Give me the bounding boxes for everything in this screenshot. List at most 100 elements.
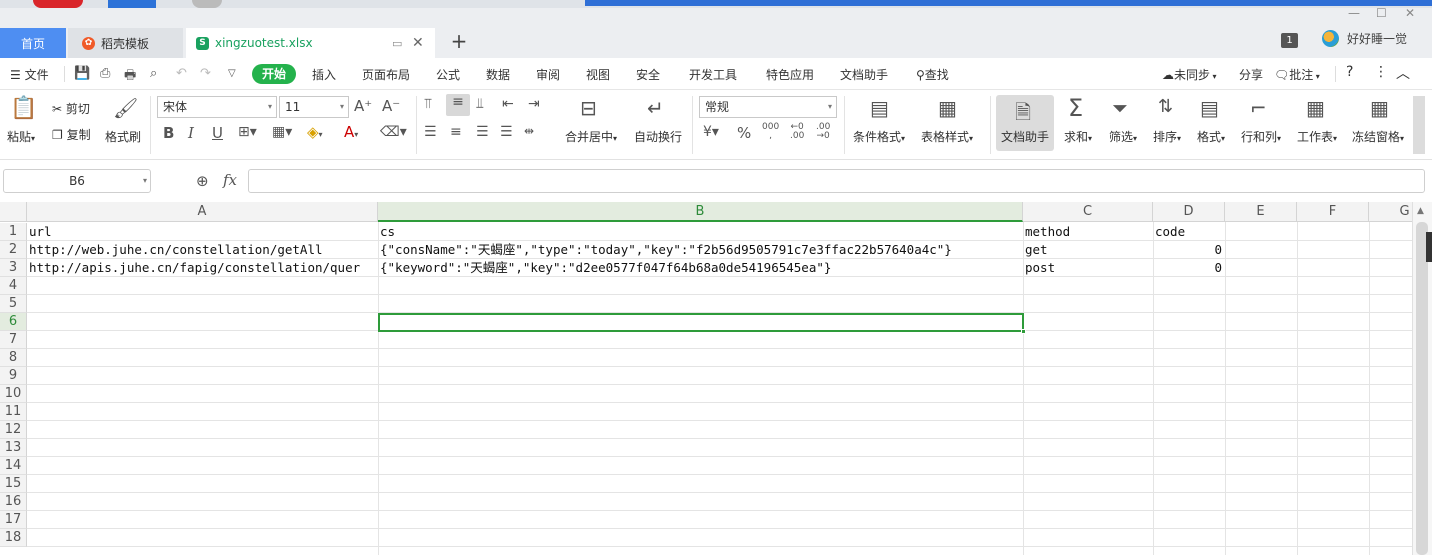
clear-format-icon[interactable]: ⌫▾ [380,124,407,140]
decrease-font-icon[interactable]: A⁻ [382,97,400,115]
help-button[interactable]: ? [1346,64,1353,80]
sort-button[interactable]: 排序▾ [1153,128,1181,145]
row-header[interactable]: 8 [0,349,27,367]
cut-button[interactable]: ✂ 剪切 [52,100,90,117]
export-pdf-icon[interactable]: ⎙ [100,66,110,81]
row-header[interactable]: 7 [0,331,27,349]
cell-d3[interactable]: 0 [1153,259,1225,277]
row-header[interactable]: 11 [0,403,27,421]
active-cell-b6[interactable] [378,313,1026,334]
cell-a2[interactable]: http://web.juhe.cn/constellation/getAll [27,241,378,259]
formula-input[interactable] [248,169,1425,193]
column-header-a[interactable]: A [27,202,378,222]
increase-indent-icon[interactable]: ⇥ [528,96,540,112]
format-icon[interactable]: ▤ [1200,96,1219,120]
row-header[interactable]: 17 [0,511,27,529]
align-top-icon[interactable]: ⫪ [424,96,432,112]
collapse-ribbon-icon[interactable]: ︿ [1396,63,1410,83]
row-header[interactable]: 16 [0,493,27,511]
cell-b2[interactable]: {"consName":"天蝎座","type":"today","key":"… [378,241,1023,259]
currency-icon[interactable]: ¥▾ [703,124,719,140]
minimize-icon[interactable]: — [1348,6,1360,20]
maximize-icon[interactable]: ☐ [1376,6,1387,20]
column-header-d[interactable]: D [1153,202,1225,222]
justify-icon[interactable]: ☰ [500,124,513,140]
freeze-panes-button[interactable]: 冻结窗格▾ [1352,128,1404,145]
row-header[interactable]: 13 [0,439,27,457]
cell-d1[interactable]: code [1153,223,1225,241]
window-mode-icon[interactable]: ▭ [392,37,402,50]
row-col-button[interactable]: 行和列▾ [1241,128,1281,145]
cell-c3[interactable]: post [1023,259,1153,277]
merge-center-button[interactable]: 合并居中▾ [565,128,617,145]
row-header-selected[interactable]: 6 [0,313,27,331]
row-header[interactable]: 2 [0,241,27,259]
tab-template[interactable]: ✿ 稻壳模板 [68,28,183,58]
tab-view[interactable]: 视图 [586,66,610,83]
row-header[interactable]: 12 [0,421,27,439]
distributed-icon[interactable]: ⇹ [524,124,534,138]
row-header[interactable]: 5 [0,295,27,313]
ribbon-scroll-right[interactable] [1413,96,1425,154]
insert-function-icon[interactable]: fx [223,171,237,189]
underline-icon[interactable]: U [212,124,223,142]
row-header[interactable]: 1 [0,223,27,241]
tab-developer[interactable]: 开发工具 [689,66,737,83]
worksheet-button[interactable]: 工作表▾ [1297,128,1337,145]
close-window-icon[interactable]: ✕ [1405,6,1415,20]
spreadsheet-grid[interactable]: A B C D E F G 1 2 3 4 5 6 7 8 9 10 11 12… [0,202,1412,555]
filter-icon[interactable]: ⏷ [1112,96,1128,120]
tab-start[interactable]: 开始 [252,64,296,84]
paste-button[interactable]: 粘贴▾ [7,128,35,145]
freeze-panes-icon[interactable]: ▦ [1370,96,1389,120]
format-painter-button[interactable]: 格式刷 [105,128,141,145]
window-count-badge[interactable]: 1 [1281,33,1298,48]
column-header-e[interactable]: E [1225,202,1297,222]
fill-handle[interactable] [1021,329,1026,334]
align-center-icon[interactable]: ≡ [450,124,462,140]
row-col-icon[interactable]: ⌐ [1250,96,1267,120]
cell-a1[interactable]: url [27,223,378,241]
align-right-icon[interactable]: ☰ [476,124,489,140]
sync-status[interactable]: ☁未同步 ▾ [1162,66,1217,83]
close-tab-icon[interactable]: ✕ [412,35,424,51]
format-button[interactable]: 格式▾ [1197,128,1225,145]
copy-button[interactable]: ❐ 复制 [52,126,91,143]
row-header[interactable]: 15 [0,475,27,493]
undo-icon[interactable]: ↶ [176,66,187,81]
table-style-icon[interactable]: ▦ [938,96,957,120]
cell-c2[interactable]: get [1023,241,1153,259]
wrap-text-icon[interactable]: ↵ [647,96,664,120]
cell-b3[interactable]: {"keyword":"天蝎座","key":"d2ee0577f047f64b… [378,259,1023,277]
borders-icon[interactable]: ⊞▾ [238,124,257,140]
redo-icon[interactable]: ↷ [200,66,211,81]
print-icon[interactable]: 🖶 [124,66,136,88]
wrap-text-button[interactable]: 自动换行 [634,128,682,145]
select-all-corner[interactable] [0,202,27,222]
cell-d2[interactable]: 0 [1153,241,1225,259]
align-bottom-icon[interactable]: ⫫ [476,96,484,112]
zoom-icon[interactable]: ⊕ [196,172,209,190]
comment-button[interactable]: 🗨批注 ▾ [1274,66,1320,83]
scroll-up-icon[interactable]: ▲ [1417,206,1424,216]
column-header-b[interactable]: B [378,202,1023,222]
sort-icon[interactable]: ⇅ [1158,96,1173,117]
cell-a3[interactable]: http://apis.juhe.cn/fapig/constellation/… [27,259,378,277]
italic-icon[interactable]: I [188,124,194,142]
sum-button[interactable]: 求和▾ [1064,128,1092,145]
conditional-format-icon[interactable]: ▤ [870,96,889,120]
quick-access-dropdown-icon[interactable]: ▽ [228,68,236,79]
cell-b1[interactable]: cs [378,223,1023,241]
row-header[interactable]: 4 [0,277,27,295]
row-header[interactable]: 3 [0,259,27,277]
new-tab-button[interactable]: + [448,28,470,54]
tab-security[interactable]: 安全 [636,66,660,83]
save-icon[interactable]: 💾 [74,66,90,81]
row-header[interactable]: 9 [0,367,27,385]
bold-icon[interactable]: B [163,124,174,142]
number-format-select[interactable]: 常规 ▾ [699,96,837,118]
row-header[interactable]: 18 [0,529,27,547]
merge-center-icon[interactable]: ⊟ [580,96,597,120]
increase-decimal-icon[interactable]: ←0.00 [790,123,804,141]
column-header-c[interactable]: C [1023,202,1153,222]
